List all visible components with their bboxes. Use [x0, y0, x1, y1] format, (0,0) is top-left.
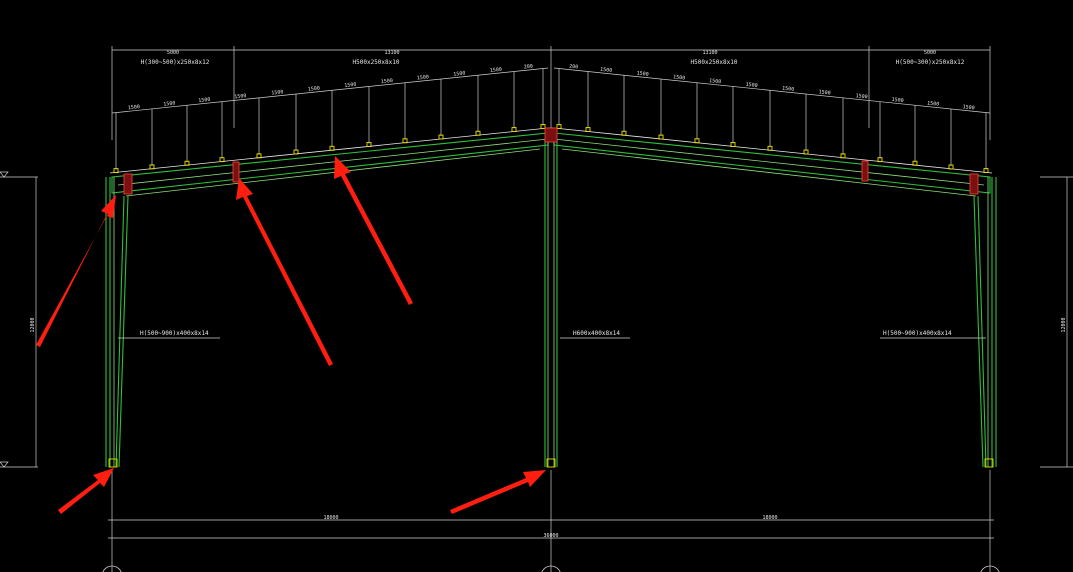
arrow-base-middle-icon [450, 470, 546, 514]
purlin-spacing-label: 1500 [636, 71, 649, 78]
purlin-spacing-label: 1500 [417, 74, 430, 81]
purlin-spacing-label: 1500 [709, 78, 722, 85]
left-rafter [111, 132, 549, 197]
beam-label-2: H500x250x8x10 [353, 59, 400, 66]
beam-label-3: H500x250x8x10 [691, 59, 738, 66]
top-span-3: 13100 [702, 50, 717, 56]
purlin-spacing-label: 1500 [490, 67, 503, 74]
purlin-spacing-label: 1500 [818, 89, 831, 96]
eave-joint-right [969, 173, 979, 195]
purlin-spacing-label: 200 [524, 64, 534, 71]
arrow-purlin-icon [334, 156, 413, 305]
purlin-spacing-label: 1500 [271, 89, 284, 96]
splice-joint-right [861, 160, 869, 182]
top-span-4: 5000 [924, 50, 936, 56]
arrow-splice-icon [236, 178, 333, 366]
middle-column [544, 140, 558, 467]
right-rafter [553, 132, 991, 197]
purlin-spacing-label: 1500 [234, 93, 247, 100]
column-labels: H(500~900)x400x8x14 H600x400x8x14 H(500~… [118, 330, 986, 339]
purlin-spacing-label: 1500 [381, 78, 394, 85]
purlin-spacing-label: 1500 [745, 82, 758, 89]
height-dim-left: 12000 [30, 317, 36, 332]
purlin-spacing-label: 1500 [855, 93, 868, 100]
height-dim-right: 12000 [1061, 317, 1067, 332]
splice-joint-left [232, 161, 240, 183]
purlin-spacing-label: 1500 [163, 100, 176, 107]
bottom-dimensions: 18000 18000 36000 [102, 470, 1000, 572]
arrow-base-left-icon [58, 468, 114, 514]
purlin-spacing-label: 1500 [344, 82, 357, 89]
purlin-spacing-label: 1500 [927, 101, 940, 108]
purlin-spacing-label: 1500 [891, 97, 904, 104]
purlin-spacing-label: 1500 [198, 97, 211, 104]
column-label-middle: H600x400x8x14 [573, 330, 620, 337]
height-dimension-right: 12000 [1040, 176, 1073, 468]
purlin-spacing-label: 1500 [673, 74, 686, 81]
purlin-spacing-label: 1500 [308, 86, 321, 93]
height-dimension-left: 12000 [0, 171, 38, 468]
beam-labels: H(300~500)x250x8x12 H500x250x8x10 H500x2… [141, 59, 965, 66]
bay-span-2: 18000 [762, 515, 777, 521]
purlin-spacing-label: 1500 [128, 104, 141, 111]
column-label-left: H(500~900)x400x8x14 [140, 330, 209, 337]
purlin-spacing-label: 1500 [782, 86, 795, 93]
column-label-right: H(500~900)x400x8x14 [883, 330, 952, 337]
right-column [973, 177, 997, 468]
purlin-spacing-label: 200 [569, 64, 579, 71]
left-column [105, 177, 129, 468]
purlin-spacing-label: 1500 [453, 71, 466, 78]
arrow-eave-icon [36, 195, 116, 347]
top-span-1: 5000 [167, 50, 179, 56]
purlin-spacing-label: 1500 [600, 67, 613, 74]
purlin-spacing-label: 1500 [962, 104, 975, 111]
beam-label-1: H(300~500)x250x8x12 [141, 59, 210, 66]
bay-span-1: 18000 [323, 515, 338, 521]
annotation-arrows [36, 156, 546, 514]
total-span: 36000 [543, 533, 558, 539]
ridge-joint [544, 127, 558, 143]
portal-frame-drawing: 5000 13100 13100 5000 H(300~500)x250x8x1… [0, 46, 1073, 572]
eave-joint-left [123, 173, 133, 195]
beam-label-4: H(500~300)x250x8x12 [896, 59, 965, 66]
top-span-2: 13100 [384, 50, 399, 56]
